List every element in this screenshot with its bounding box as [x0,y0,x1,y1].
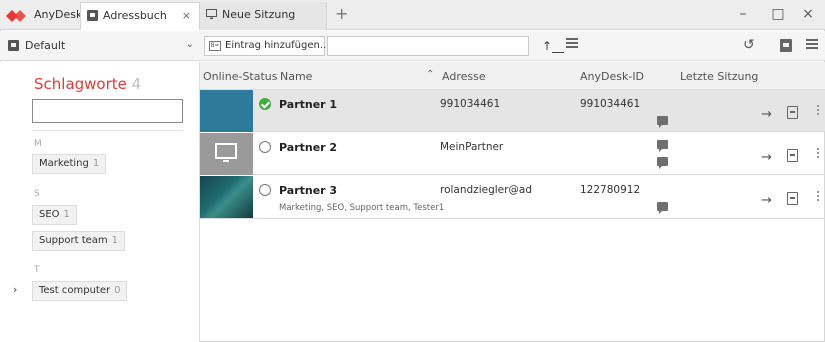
connect-arrow-icon[interactable]: → [761,150,772,165]
tag-support-team[interactable]: Support team 1 [32,231,126,251]
tag-count: 1 [111,235,119,246]
tab-address-book-label: Adressbuch [103,9,167,22]
more-options-icon[interactable] [817,191,821,203]
app-name: AnyDesk [34,8,83,21]
add-entry-button[interactable]: 8= Eintrag hinzufügen... [204,36,329,56]
partner-address: 991034461 [440,98,501,110]
connect-arrow-icon[interactable]: → [761,193,772,208]
column-last-session[interactable]: Letzte Sitzung [680,70,758,83]
tag-label: Test computer [39,285,111,296]
close-window-button[interactable]: × [798,6,818,22]
search-input[interactable] [327,36,529,56]
file-transfer-icon[interactable] [787,106,798,119]
comment-icon[interactable] [657,157,668,169]
tag-label: Support team [39,235,108,246]
tags-count: 4 [131,75,142,93]
list-header: Online-Status Name ⌃ Adresse AnyDesk-ID … [200,62,825,90]
tags-sidebar: Schlagworte 4 M Marketing 1 S SEO 1 Suppor… [0,62,200,342]
divider [32,130,183,131]
tag-count: 1 [92,158,100,169]
add-tab-button[interactable]: + [335,4,348,23]
partner-address: MeinPartner [440,141,504,153]
expand-chevron-icon[interactable]: › [13,283,17,296]
monitor-placeholder-icon [215,143,237,159]
tab-new-session-label: Neue Sitzung [222,8,296,21]
tag-test-computer[interactable]: Test computer 0 [32,281,128,301]
address-book-icon [87,10,98,21]
address-book-select-value: Default [25,39,66,52]
list-view-icon[interactable] [566,38,578,50]
tag-seo[interactable]: SEO 1 [32,205,77,225]
tag-label: Marketing [39,158,89,169]
tag-marketing[interactable]: Marketing 1 [32,154,107,174]
partner-name: Partner 1 [279,98,338,111]
tag-search-input[interactable] [32,99,183,123]
sort-icon[interactable]: ↑⎽ [542,39,564,54]
title-bar: AnyDesk Adressbuch × Neue Sitzung + – □ … [0,0,825,30]
offline-status-icon [259,141,271,153]
tag-count: 1 [63,209,70,220]
connect-arrow-icon[interactable]: → [761,107,772,122]
partner-anydesk-id: 991034461 [580,98,641,110]
table-row[interactable]: Partner 2 MeinPartner → [200,133,825,175]
maximize-button[interactable]: □ [768,6,788,22]
partner-name: Partner 3 [279,184,338,197]
add-entry-label: Eintrag hinzufügen... [225,40,330,51]
group-letter-t: T [34,265,40,275]
partner-anydesk-id: 122780912 [580,184,641,196]
table-row[interactable]: Partner 3 Marketing, SEO, Support team, … [200,176,825,219]
tab-new-session[interactable]: Neue Sitzung [200,2,327,30]
address-book-select[interactable]: Default ⌄ [8,37,194,55]
tags-title-label: Schlagworte [34,75,127,93]
partner-thumbnail [200,176,253,218]
column-address[interactable]: Adresse [442,70,486,83]
group-letter-m: M [34,139,42,149]
partner-thumbnail [200,90,253,132]
file-transfer-icon[interactable] [787,192,798,205]
partner-name: Partner 2 [279,141,338,154]
online-status-icon [259,98,271,110]
address-book-icon [8,40,19,51]
menu-icon[interactable] [806,39,818,51]
file-transfer-icon[interactable] [787,149,798,162]
minimize-button[interactable]: – [733,6,753,22]
add-entry-icon: 8= [209,41,221,51]
table-row[interactable]: Partner 1 991034461 991034461 → [200,90,825,132]
monitor-stand [223,160,229,162]
tags-title: Schlagworte 4 [34,75,141,93]
tag-label: SEO [39,209,60,220]
more-options-icon[interactable] [817,148,821,160]
address-book-view-icon[interactable] [780,39,792,52]
column-anydesk-id[interactable]: AnyDesk-ID [580,70,644,83]
tab-address-book[interactable]: Adressbuch × [80,2,200,30]
history-icon[interactable]: ↺ [743,37,755,53]
group-letter-s: S [34,189,40,199]
monitor-icon [206,9,217,19]
tab-close-button[interactable]: × [182,9,191,22]
offline-status-icon [259,184,271,196]
partner-address: rolandziegler@ad [440,184,533,196]
screen-comment-icon[interactable] [657,140,668,152]
partner-thumbnail [200,133,253,175]
column-name[interactable]: Name [280,70,312,83]
tag-count: 0 [114,285,121,296]
toolbar: Default ⌄ 8= Eintrag hinzufügen... ↑⎽ ↺ [0,31,825,61]
chevron-down-icon: ⌄ [185,39,194,50]
more-options-icon[interactable] [817,105,821,117]
partner-tags: Marketing, SEO, Support team, Tester1 [279,203,445,213]
comment-icon[interactable] [657,202,668,214]
comment-icon[interactable] [657,116,668,128]
anydesk-logo-icon [6,10,26,22]
column-online-status[interactable]: Online-Status [203,70,278,83]
sort-ascending-icon: ⌃ [426,69,435,80]
